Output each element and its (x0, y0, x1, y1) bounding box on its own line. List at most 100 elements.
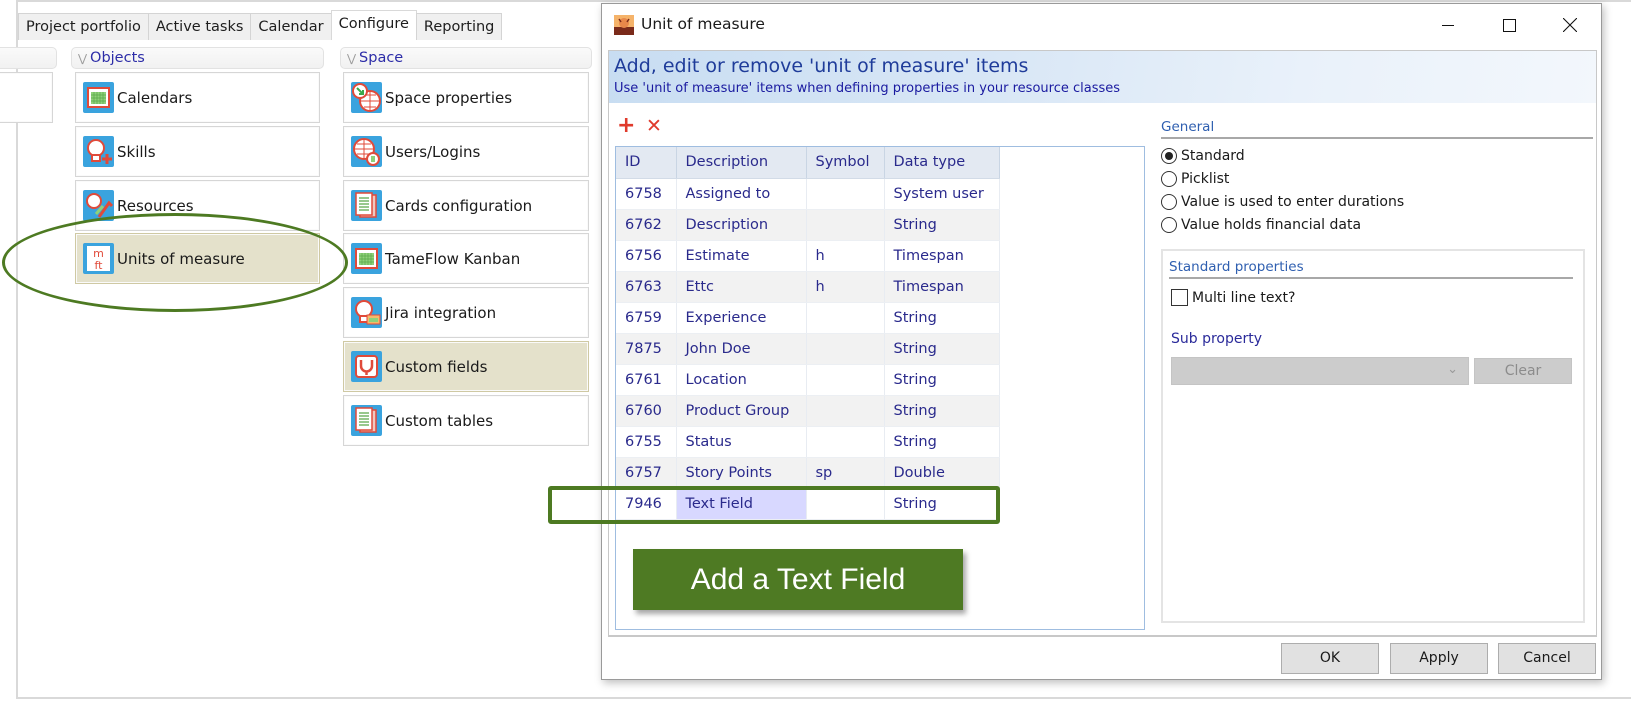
table-row[interactable]: 6755 Status String (616, 426, 1000, 458)
cell-id[interactable]: 6756 (616, 240, 677, 272)
minimize-button[interactable] (1425, 4, 1471, 46)
cell-id[interactable]: 7946 (616, 488, 677, 520)
tab-project-portfolio[interactable]: Project portfolio (18, 13, 149, 40)
card-users-logins[interactable]: Users/Logins (343, 126, 589, 177)
dialog-titlebar[interactable]: Unit of measure (602, 4, 1601, 46)
cell-id[interactable]: 6763 (616, 271, 677, 303)
cell-data-type[interactable]: String (884, 488, 1000, 520)
table-row[interactable]: 6762 Description String (616, 209, 1000, 241)
cell-data-type[interactable]: Timespan (884, 271, 1000, 303)
cell-description[interactable]: Ettc (676, 271, 807, 303)
cell-symbol[interactable] (806, 426, 885, 458)
table-row[interactable]: 6756 Estimate h Timespan (616, 240, 1000, 272)
cell-data-type[interactable]: System user (884, 178, 1000, 210)
cell-data-type[interactable]: Double (884, 457, 1000, 489)
card-custom-tables[interactable]: Custom tables (343, 395, 589, 446)
cell-symbol[interactable]: h (806, 240, 885, 272)
table-row[interactable]: 7875 John Doe String (616, 333, 1000, 365)
cell-id[interactable]: 6759 (616, 302, 677, 334)
radio-checked-icon[interactable] (1161, 147, 1177, 164)
cell-symbol[interactable] (806, 395, 885, 427)
cell-id[interactable]: 6761 (616, 364, 677, 396)
ok-button[interactable]: OK (1281, 643, 1379, 674)
radio-unchecked-icon[interactable] (1161, 216, 1177, 233)
cell-description[interactable]: Assigned to (676, 178, 807, 210)
cell-id[interactable]: 7875 (616, 333, 677, 365)
tab-configure[interactable]: Configure (330, 10, 417, 40)
cell-id[interactable]: 6755 (616, 426, 677, 458)
left-partial-card[interactable] (0, 72, 53, 123)
cancel-button[interactable]: Cancel (1498, 643, 1596, 674)
remove-item-button[interactable]: ✕ (646, 115, 662, 137)
cell-description[interactable]: Text Field (676, 488, 807, 520)
left-section-header[interactable] (0, 47, 57, 69)
sub-property-dropdown[interactable]: ⌄ (1171, 357, 1469, 385)
tab-reporting[interactable]: Reporting (415, 13, 503, 40)
add-item-button[interactable]: + (617, 115, 635, 137)
cell-symbol[interactable] (806, 333, 885, 365)
radio-unchecked-icon[interactable] (1161, 170, 1177, 187)
table-row[interactable]: 6757 Story Points sp Double (616, 457, 1000, 489)
cell-data-type[interactable]: String (884, 395, 1000, 427)
table-row[interactable]: 6763 Ettc h Timespan (616, 271, 1000, 303)
cell-symbol[interactable] (806, 364, 885, 396)
column-header-description[interactable]: Description (676, 147, 807, 179)
cell-id[interactable]: 6757 (616, 457, 677, 489)
apply-button[interactable]: Apply (1390, 643, 1488, 674)
card-resources[interactable]: Resources (75, 180, 320, 231)
card-space-properties[interactable]: Space properties (343, 72, 589, 123)
cell-symbol[interactable] (806, 178, 885, 210)
cell-symbol[interactable] (806, 302, 885, 334)
column-header-data-type[interactable]: Data type (884, 147, 1000, 179)
cell-data-type[interactable]: String (884, 209, 1000, 241)
cell-symbol[interactable] (806, 209, 885, 241)
card-skills[interactable]: Skills (75, 126, 320, 177)
table-row[interactable]: 7946 Text Field String (616, 488, 1000, 520)
column-header-symbol[interactable]: Symbol (806, 147, 885, 179)
multiline-checkbox[interactable] (1171, 289, 1188, 306)
card-cards-configuration[interactable]: Cards configuration (343, 180, 589, 231)
radio-option[interactable]: Value is used to enter durations (1161, 190, 1593, 213)
tab-calendar[interactable]: Calendar (250, 13, 332, 40)
cell-description[interactable]: John Doe (676, 333, 807, 365)
cell-data-type[interactable]: String (884, 302, 1000, 334)
objects-section-header[interactable]: ⋁ Objects (71, 47, 324, 69)
cell-symbol[interactable] (806, 488, 885, 520)
cell-description[interactable]: Product Group (676, 395, 807, 427)
cell-description[interactable]: Story Points (676, 457, 807, 489)
card-jira-integration[interactable]: Jira integration (343, 287, 589, 338)
cell-data-type[interactable]: String (884, 364, 1000, 396)
cell-data-type[interactable]: String (884, 426, 1000, 458)
cell-symbol[interactable]: h (806, 271, 885, 303)
table-row[interactable]: 6760 Product Group String (616, 395, 1000, 427)
clear-button[interactable]: Clear (1474, 358, 1572, 384)
cell-id[interactable]: 6762 (616, 209, 677, 241)
cell-symbol[interactable]: sp (806, 457, 885, 489)
cell-id[interactable]: 6760 (616, 395, 677, 427)
table-row[interactable]: 6761 Location String (616, 364, 1000, 396)
card-units-of-measure[interactable]: m ft Units of measure (75, 233, 320, 284)
radio-unchecked-icon[interactable] (1161, 193, 1177, 210)
radio-option[interactable]: Standard (1161, 144, 1593, 167)
table-row[interactable]: 6759 Experience String (616, 302, 1000, 334)
cell-data-type[interactable]: Timespan (884, 240, 1000, 272)
multiline-checkbox-row[interactable]: Multi line text? (1171, 289, 1295, 306)
close-button[interactable] (1547, 4, 1593, 46)
tab-active-tasks[interactable]: Active tasks (147, 13, 252, 40)
cell-description[interactable]: Description (676, 209, 807, 241)
cell-description[interactable]: Estimate (676, 240, 807, 272)
cell-data-type[interactable]: String (884, 333, 1000, 365)
radio-option[interactable]: Value holds financial data (1161, 213, 1593, 236)
card-tameflow-kanban[interactable]: TameFlow Kanban (343, 233, 589, 284)
maximize-button[interactable] (1486, 4, 1532, 46)
cell-id[interactable]: 6758 (616, 178, 677, 210)
card-custom-fields[interactable]: Custom fields (343, 341, 589, 392)
cell-description[interactable]: Location (676, 364, 807, 396)
space-section-header[interactable]: ⋁ Space (340, 47, 592, 69)
column-header-id[interactable]: ID (616, 147, 677, 179)
table-row[interactable]: 6758 Assigned to System user (616, 178, 1000, 210)
radio-option[interactable]: Picklist (1161, 167, 1593, 190)
card-calendars[interactable]: Calendars (75, 72, 320, 123)
cell-description[interactable]: Experience (676, 302, 807, 334)
cell-description[interactable]: Status (676, 426, 807, 458)
